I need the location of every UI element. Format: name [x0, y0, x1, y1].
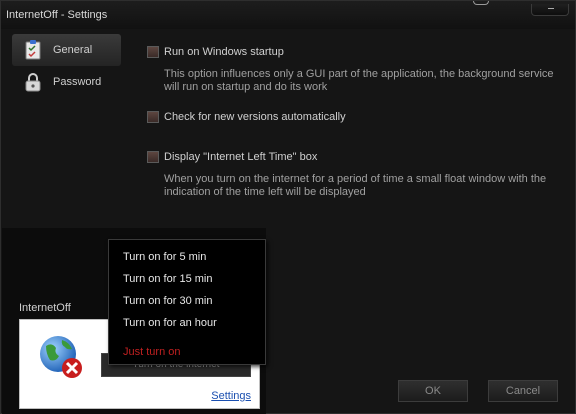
- sidebar-item-label: General: [53, 44, 93, 56]
- popup-settings-link[interactable]: Settings: [211, 390, 251, 402]
- menu-item-just-turn-on[interactable]: Just turn on: [123, 346, 180, 358]
- run-on-startup-checkbox[interactable]: [147, 46, 159, 58]
- display-left-time-checkbox[interactable]: [147, 151, 159, 163]
- display-left-time-label[interactable]: Display "Internet Left Time" box: [164, 151, 317, 163]
- cancel-button[interactable]: Cancel: [488, 380, 558, 402]
- window-title: InternetOff - Settings: [6, 9, 108, 21]
- menu-item-hour[interactable]: Turn on for an hour: [123, 317, 217, 329]
- sidebar-item-password[interactable]: Password: [12, 66, 121, 98]
- globe-blocked-icon: [38, 334, 84, 380]
- menu-item-5-min[interactable]: Turn on for 5 min: [123, 251, 206, 263]
- clipboard-icon: [24, 40, 42, 60]
- turn-on-menu: Turn on for 5 min Turn on for 15 min Tur…: [108, 239, 266, 365]
- sidebar-item-label: Password: [53, 76, 102, 88]
- title-bar[interactable]: InternetOff - Settings: [1, 1, 575, 29]
- display-left-time-description: When you turn on the internet for a peri…: [164, 173, 547, 198]
- titlebar-glint: [473, 1, 489, 5]
- close-icon: [548, 8, 554, 9]
- sidebar: General Password: [2, 29, 132, 229]
- ok-button[interactable]: OK: [398, 380, 468, 402]
- menu-item-30-min[interactable]: Turn on for 30 min: [123, 295, 212, 307]
- check-updates-checkbox[interactable]: [147, 111, 159, 123]
- sidebar-item-general[interactable]: General: [12, 34, 121, 66]
- popup-title: InternetOff: [19, 302, 71, 314]
- close-button[interactable]: [531, 4, 569, 16]
- check-updates-label[interactable]: Check for new versions automatically: [164, 111, 346, 123]
- menu-item-15-min[interactable]: Turn on for 15 min: [123, 273, 212, 285]
- run-on-startup-description: This option influences only a GUI part o…: [164, 68, 554, 93]
- padlock-icon: [24, 72, 42, 92]
- run-on-startup-label[interactable]: Run on Windows startup: [164, 46, 284, 58]
